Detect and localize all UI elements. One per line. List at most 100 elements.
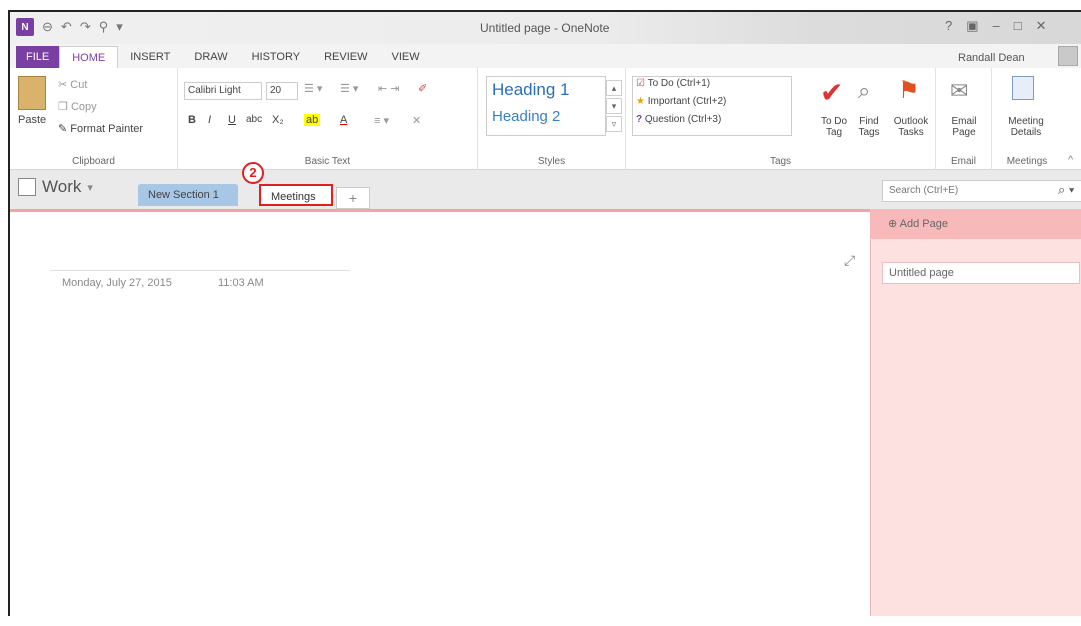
collapse-ribbon-icon[interactable]: ^	[1068, 154, 1073, 166]
styles-group: Heading 1 Heading 2 ▴ ▾ ▿ Styles	[478, 68, 626, 170]
font-name-select[interactable]: Calibri Light	[184, 82, 262, 100]
question-icon: ?	[636, 114, 643, 125]
outlook-tasks-button[interactable]: Outlook Tasks	[888, 116, 934, 138]
checkbox-icon: ☑	[636, 78, 645, 89]
bold-button[interactable]: B	[188, 114, 196, 126]
bullets-icon[interactable]: ☰ ▾	[304, 82, 322, 95]
todo-tag-icon[interactable]: ✔	[820, 76, 843, 109]
section-tab-new-section-1[interactable]: New Section 1	[138, 184, 238, 206]
copy-label: Copy	[70, 101, 97, 113]
find-tags-icon[interactable]: ⌕	[858, 78, 870, 104]
tag-todo-label: To Do (Ctrl+1)	[647, 78, 711, 89]
heading1-style[interactable]: Heading 1	[492, 80, 570, 100]
minimize-icon[interactable]: –	[993, 18, 1000, 34]
format-painter-button[interactable]: ✎ Format Painter	[58, 122, 143, 135]
tag-important-label: Important (Ctrl+2)	[647, 96, 727, 107]
cut-label: Cut	[70, 79, 88, 91]
tab-file[interactable]: FILE	[16, 46, 60, 68]
search-input[interactable]: Search (Ctrl+E)	[882, 180, 1081, 202]
redo-icon[interactable]: ↷	[80, 19, 91, 35]
add-page-label: Add Page	[899, 218, 948, 230]
highlight-button[interactable]: ab	[304, 114, 321, 126]
todo-tag-button[interactable]: To Do Tag	[814, 116, 854, 138]
page-list-item[interactable]: Untitled page	[882, 262, 1080, 284]
meeting-details-button[interactable]: Meeting Details	[996, 116, 1056, 138]
indent-icon[interactable]: ⇤ ⇥	[378, 82, 400, 95]
expand-icon[interactable]: ⤢	[844, 252, 855, 269]
clear-formatting-icon[interactable]: ✐	[418, 82, 427, 95]
ribbon-display-icon[interactable]: ▣	[966, 18, 978, 34]
tag-important[interactable]: ★ Important (Ctrl+2)	[636, 96, 726, 107]
tag-question-label: Question (Ctrl+3)	[644, 114, 722, 125]
envelope-icon[interactable]: ✉	[950, 78, 968, 104]
flag-icon[interactable]: ⚑	[898, 76, 920, 105]
add-section-button[interactable]: +	[336, 187, 370, 209]
styles-scroll-down-icon[interactable]: ▾	[606, 98, 622, 114]
tab-review[interactable]: REVIEW	[312, 46, 379, 68]
tag-todo[interactable]: ☑ To Do (Ctrl+1)	[636, 78, 710, 89]
italic-button[interactable]: I	[208, 114, 211, 126]
touch-mode-icon[interactable]: ⚲	[99, 19, 109, 35]
styles-scroll-up-icon[interactable]: ▴	[606, 80, 622, 96]
title-underline	[50, 270, 350, 271]
onenote-logo-icon: N	[16, 18, 34, 36]
chevron-down-icon: ▾	[87, 181, 93, 194]
email-group: ✉ Email Page Email	[936, 68, 992, 170]
tab-home[interactable]: HOME	[59, 46, 119, 68]
notebook-icon	[18, 178, 36, 196]
tab-view[interactable]: VIEW	[379, 46, 431, 68]
tab-draw[interactable]: DRAW	[182, 46, 239, 68]
brush-icon: ✎	[58, 123, 68, 135]
notebook-selector[interactable]: Work ▾	[18, 177, 93, 197]
page-time: 11:03 AM	[218, 277, 264, 289]
tags-group: ☑ To Do (Ctrl+1) ★ Important (Ctrl+2) ? …	[626, 68, 936, 170]
ribbon: Paste ✂ Cut ❐ Copy ✎ Format Painter Clip…	[10, 68, 1081, 170]
strikethrough-button[interactable]: abc	[246, 114, 262, 125]
avatar[interactable]	[1058, 46, 1078, 66]
tag-question[interactable]: ? Question (Ctrl+3)	[636, 114, 721, 125]
styles-more-icon[interactable]: ▿	[606, 116, 622, 132]
font-size-select[interactable]: 20	[266, 82, 298, 100]
help-icon[interactable]: ?	[945, 18, 952, 34]
user-name[interactable]: Randall Dean	[958, 52, 1025, 64]
step-marker: 2	[242, 162, 264, 184]
star-icon: ★	[636, 96, 645, 107]
meetings-label: Meetings	[1006, 156, 1048, 167]
paste-icon[interactable]	[18, 76, 46, 110]
email-page-button[interactable]: Email Page	[940, 116, 988, 138]
heading2-style[interactable]: Heading 2	[492, 108, 560, 125]
customize-qat-icon[interactable]: ▾	[116, 19, 123, 35]
find-tags-button[interactable]: Find Tags	[852, 116, 886, 138]
page-canvas[interactable]	[10, 212, 870, 616]
tab-insert[interactable]: INSERT	[118, 46, 182, 68]
tags-label: Tags	[769, 156, 792, 167]
undo-icon[interactable]: ↶	[61, 19, 72, 35]
underline-button[interactable]: U	[228, 114, 236, 126]
meetings-group: Meeting Details Meetings	[992, 68, 1062, 170]
notebook-name: Work	[42, 177, 82, 196]
delete-icon[interactable]: ✕	[412, 114, 421, 127]
window-title: Untitled page - OneNote	[480, 21, 610, 35]
quick-access-toolbar: N ⊖ ↶ ↷ ⚲ ▾	[16, 18, 123, 36]
tab-history[interactable]: HISTORY	[240, 46, 313, 68]
align-icon[interactable]: ≡ ▾	[374, 114, 389, 127]
font-color-button[interactable]: A	[340, 114, 347, 126]
copy-icon: ❐	[58, 101, 68, 113]
section-tab-meetings[interactable]: Meetings	[259, 184, 333, 206]
copy-button[interactable]: ❐ Copy	[58, 100, 97, 113]
ribbon-tabs: FILE HOME INSERT DRAW HISTORY REVIEW VIE…	[10, 44, 1081, 68]
search-icon[interactable]: ⌕ ▾	[1058, 182, 1074, 198]
close-icon[interactable]: ✕	[1036, 18, 1047, 34]
subscript-button[interactable]: X₂	[272, 114, 284, 126]
cut-button[interactable]: ✂ Cut	[58, 78, 87, 91]
maximize-icon[interactable]: □	[1014, 18, 1022, 34]
paste-button[interactable]: Paste	[18, 114, 46, 126]
numbering-icon[interactable]: ☰ ▾	[340, 82, 358, 95]
add-page-button[interactable]: ⊕ Add Page	[870, 209, 1081, 239]
styles-label: Styles	[537, 156, 566, 167]
email-label: Email	[950, 156, 976, 167]
page-date: Monday, July 27, 2015	[62, 277, 172, 289]
calendar-icon[interactable]	[1012, 76, 1034, 100]
back-icon[interactable]: ⊖	[42, 19, 53, 35]
basic-text-label: Basic Text	[304, 156, 351, 167]
